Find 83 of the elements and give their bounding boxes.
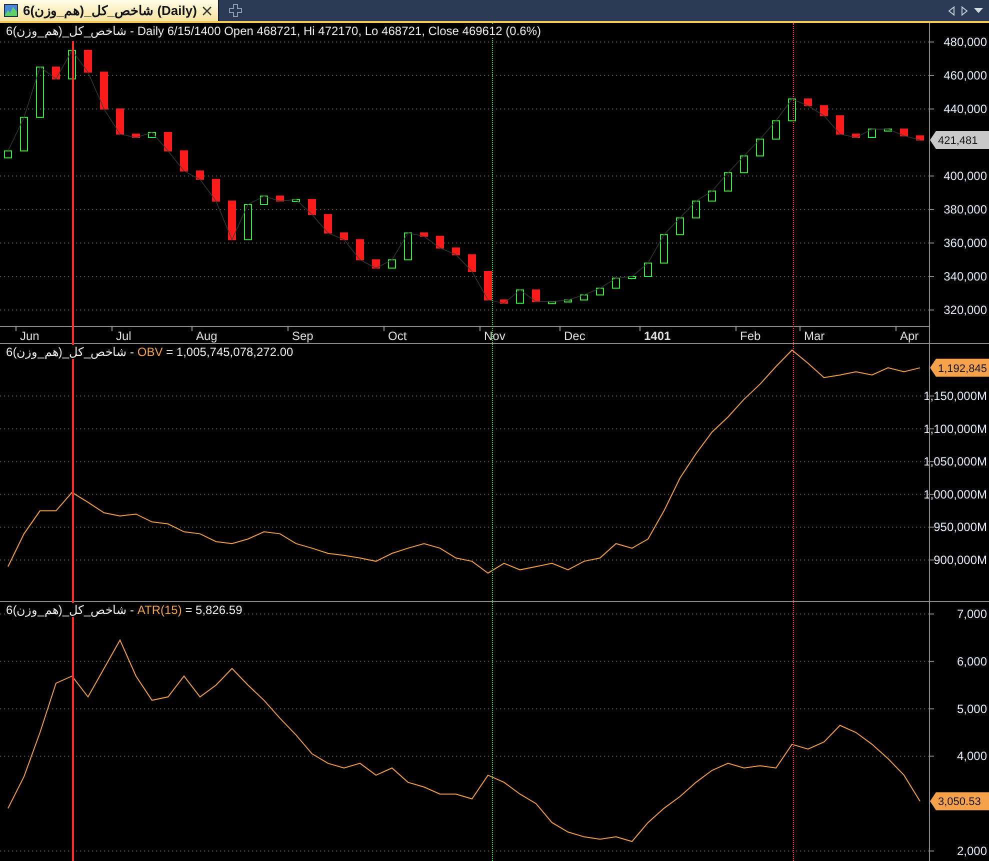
value-tag: 3,050.53	[930, 792, 989, 810]
candlestick	[660, 234, 668, 264]
axis-label: 460,000	[944, 68, 987, 82]
candlestick	[20, 116, 28, 152]
candlestick	[484, 270, 492, 300]
candlestick	[756, 138, 764, 156]
axis-label: Sep	[292, 329, 314, 343]
candlestick	[340, 232, 348, 240]
axis-label: 1,000,000M	[924, 487, 987, 502]
candlestick	[308, 198, 316, 216]
axis-label: 380,000	[944, 202, 987, 216]
axis-label: 320,000	[944, 303, 987, 317]
candlestick	[804, 98, 812, 106]
candlestick	[228, 200, 236, 240]
chart-tab[interactable]: شاخص_کل_(هم_وزن)6 (Daily)	[0, 0, 219, 21]
axis-label: 7,000	[956, 607, 987, 621]
axis-label: 340,000	[944, 270, 987, 284]
candlestick	[788, 98, 796, 122]
left-arrow-icon[interactable]	[948, 6, 955, 16]
close-icon[interactable]	[202, 6, 212, 16]
candlestick	[468, 254, 476, 272]
candlestick	[436, 236, 444, 249]
candlestick	[164, 132, 172, 152]
candlestick	[612, 278, 620, 289]
candlestick	[196, 170, 204, 180]
dropdown-caret-icon[interactable]	[974, 8, 983, 14]
candlestick	[100, 72, 108, 110]
axis-label: Mar	[804, 329, 825, 343]
candlestick	[68, 50, 76, 80]
axis-label: 5,000	[956, 702, 987, 716]
axis-label: 900,000M	[934, 553, 987, 567]
chart-icon	[4, 4, 18, 17]
axis-label: 2,000	[956, 844, 987, 858]
candlestick	[500, 299, 508, 304]
candlestick	[772, 120, 780, 140]
candlestick	[180, 150, 188, 172]
axis-label: 1,050,000M	[924, 454, 987, 469]
axis-label: 1401	[644, 329, 671, 343]
candlestick	[404, 232, 412, 260]
value-tag: 1,192,845	[930, 358, 989, 377]
candlestick	[116, 108, 124, 135]
candlestick	[532, 289, 540, 302]
axis-label: 360,000	[944, 236, 987, 250]
candlestick	[452, 248, 460, 256]
candlestick	[644, 262, 652, 277]
axis-label: Oct	[388, 329, 407, 343]
candlestick	[708, 190, 716, 202]
candlestick	[36, 66, 44, 118]
candlestick	[820, 105, 828, 116]
candlestick	[4, 150, 12, 158]
axis-label: Aug	[196, 329, 218, 343]
chart-legend: شاخص_کل_(هم_وزن)6 - Daily 6/15/1400 Open 468721, Hi 472170, Lo 468721, Close 469612 (0.6%)	[6, 24, 541, 38]
candlestick	[212, 178, 220, 202]
plus-icon[interactable]	[228, 4, 242, 17]
axis-label: Dec	[564, 329, 586, 343]
price-tag: 421,481	[930, 131, 989, 149]
candlestick	[692, 200, 700, 218]
candlestick	[356, 239, 364, 260]
candlestick	[84, 50, 92, 73]
axis-label: Jul	[116, 329, 132, 343]
axis-label: 1,100,000M	[924, 422, 987, 436]
candlestick	[52, 66, 60, 80]
axis-label: 440,000	[944, 102, 987, 116]
axis-label: Nov	[484, 329, 506, 343]
candlestick	[836, 115, 844, 135]
candlestick	[724, 172, 732, 192]
axis-label: Jun	[20, 329, 40, 343]
axis-label: 950,000M	[934, 520, 987, 534]
right-arrow-icon[interactable]	[961, 6, 968, 16]
candlestick	[628, 276, 636, 279]
axis-label: 480,000	[944, 35, 987, 49]
axis-label: Apr	[900, 329, 919, 343]
candlestick	[420, 232, 428, 237]
axis-label: 6,000	[956, 654, 987, 668]
axis-label: 4,000	[956, 749, 987, 764]
candlestick	[516, 289, 524, 304]
candlestick	[324, 214, 332, 234]
axis-label: Feb	[740, 329, 761, 343]
axis-label: 1,150,000M	[924, 389, 987, 403]
candlestick	[740, 155, 748, 174]
axis-label: 400,000	[944, 169, 987, 183]
candlestick	[244, 204, 252, 240]
candlestick	[676, 217, 684, 236]
